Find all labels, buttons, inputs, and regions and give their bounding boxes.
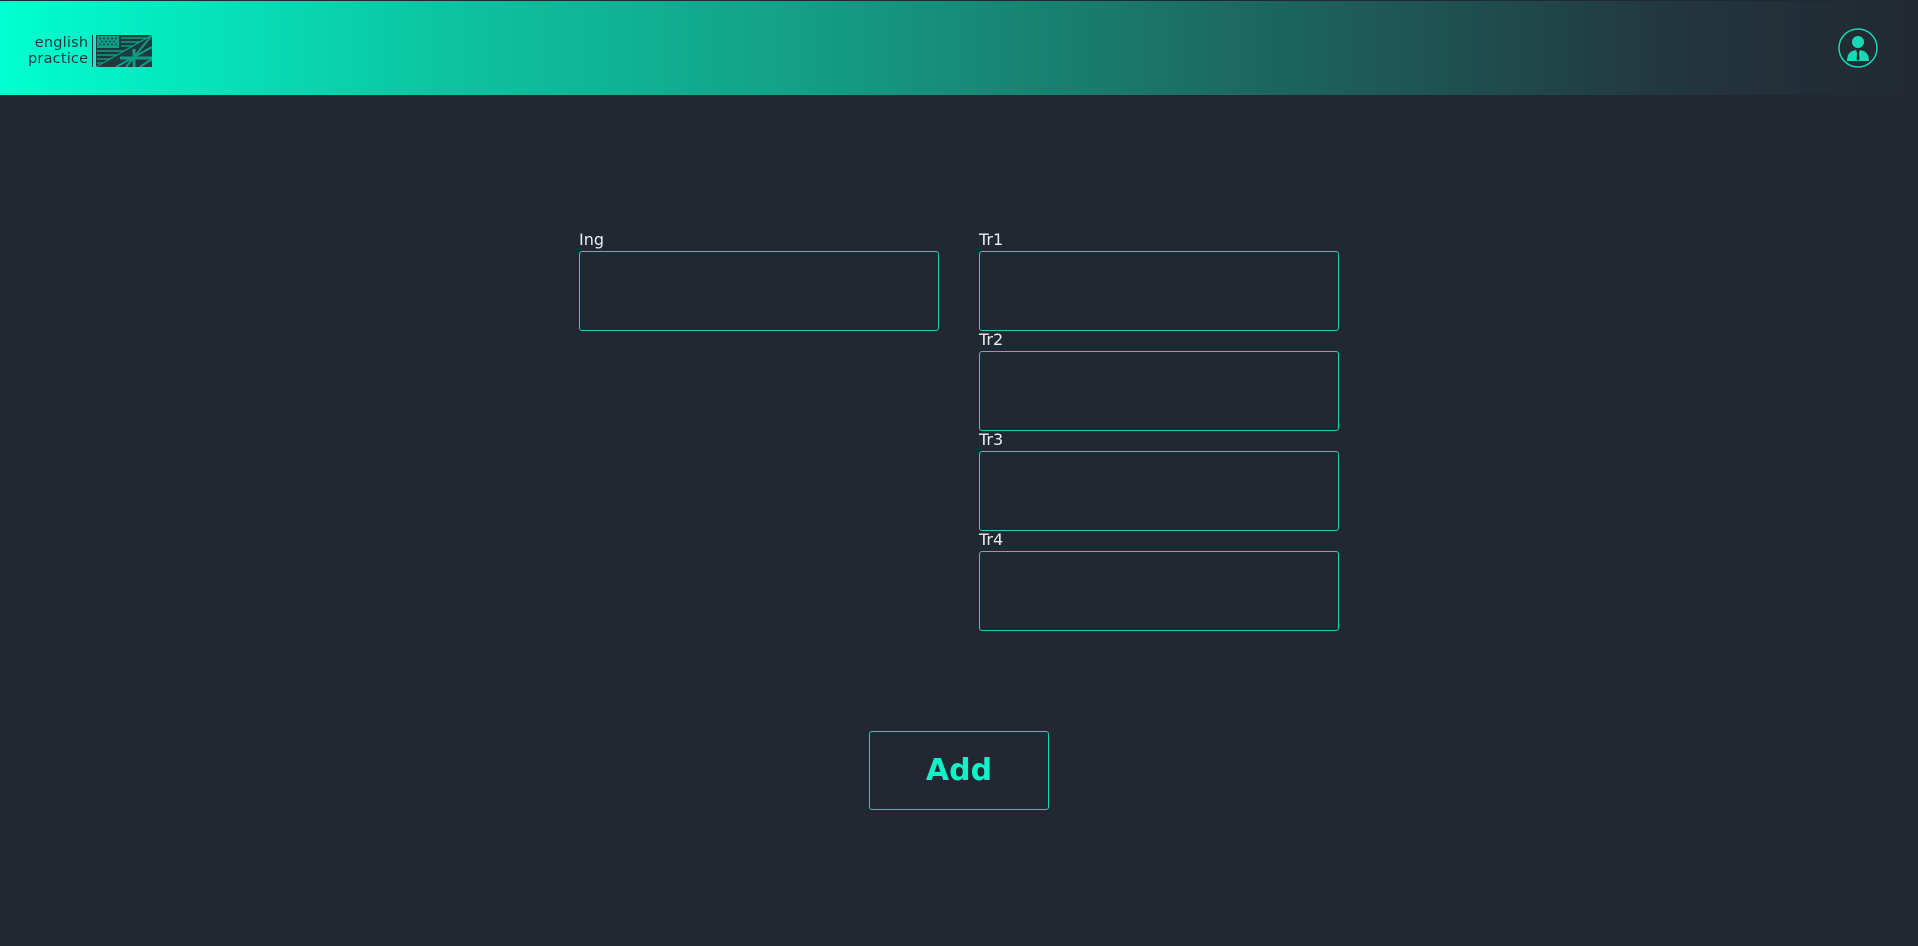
logo-line-2: practice — [28, 51, 89, 67]
app-logo[interactable]: english practice — [28, 35, 153, 67]
header-bar: english practice — [0, 0, 1918, 95]
tr2-input[interactable] — [979, 351, 1339, 431]
add-button[interactable]: Add — [869, 731, 1049, 810]
tr1-field: Tr1 — [979, 231, 1339, 331]
us-uk-flag-icon — [96, 35, 153, 67]
ing-input[interactable] — [579, 251, 939, 331]
user-avatar-icon[interactable] — [1838, 28, 1878, 68]
ing-label: Ing — [579, 230, 605, 249]
tr3-field: Tr3 — [979, 431, 1339, 531]
tr3-input[interactable] — [979, 451, 1339, 531]
tr1-label: Tr1 — [979, 230, 1004, 249]
tr4-field: Tr4 — [979, 531, 1339, 631]
logo-line-1: english — [34, 35, 89, 51]
tr4-input[interactable] — [979, 551, 1339, 631]
logo-text: english practice — [28, 35, 88, 67]
tr1-input[interactable] — [979, 251, 1339, 331]
tr3-label: Tr3 — [979, 430, 1004, 449]
tr4-label: Tr4 — [979, 530, 1004, 549]
tr2-field: Tr2 — [979, 331, 1339, 431]
logo-divider — [92, 35, 94, 67]
tr2-label: Tr2 — [979, 330, 1004, 349]
ing-field: Ing — [579, 231, 939, 331]
